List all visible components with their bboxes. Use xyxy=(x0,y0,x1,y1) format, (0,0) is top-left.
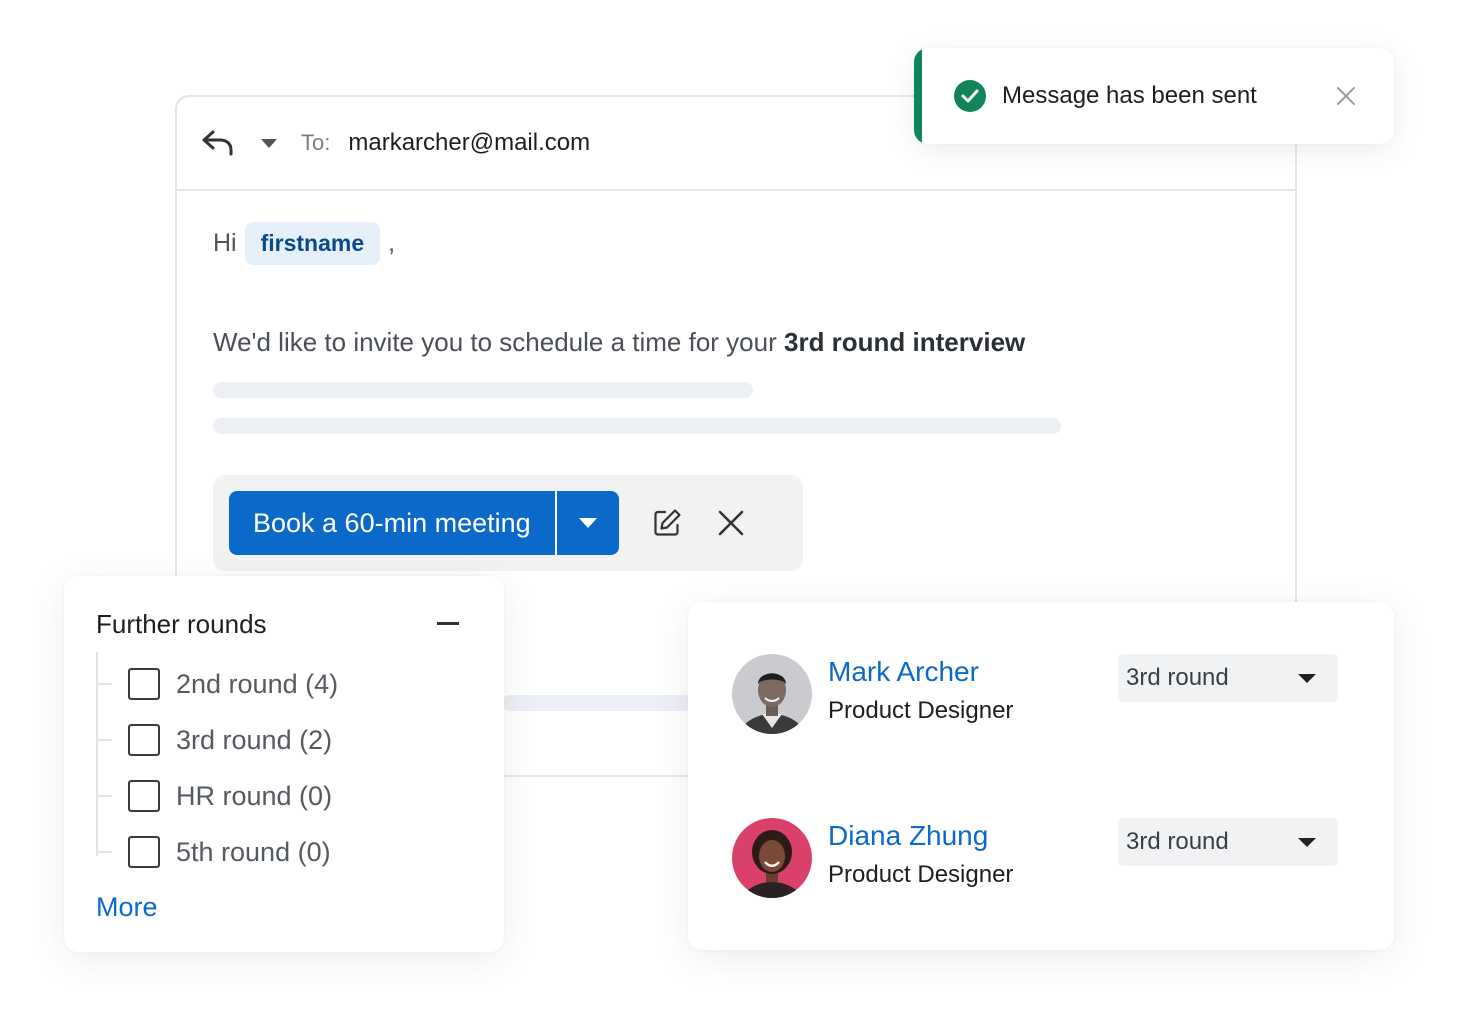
book-meeting-button[interactable]: Book a 60-min meeting xyxy=(229,491,555,555)
recipient-email[interactable]: markarcher@mail.com xyxy=(348,129,590,157)
text-placeholder-line xyxy=(502,695,692,711)
candidate-row: Diana Zhung Product Designer 3rd round xyxy=(732,818,1352,898)
filter-title: Further rounds xyxy=(96,609,267,639)
chevron-down-icon xyxy=(1298,838,1316,847)
chevron-down-icon xyxy=(1298,674,1316,683)
tree-connector-tick xyxy=(96,795,112,797)
invite-text-bold: 3rd round interview xyxy=(783,327,1026,357)
invite-text-regular: We'd like to invite you to schedule a ti… xyxy=(213,327,784,357)
candidate-role: Product Designer xyxy=(828,697,1014,724)
filter-option-hr-round[interactable]: HR round (0) xyxy=(96,779,332,813)
meeting-options-dropdown[interactable] xyxy=(554,491,619,555)
avatar xyxy=(732,654,812,734)
text-placeholder-line xyxy=(213,418,1061,434)
to-label: To: xyxy=(301,130,331,155)
filter-option-2nd-round[interactable]: 2nd round (4) xyxy=(96,667,338,701)
greeting-line: Hi firstname , xyxy=(213,219,1259,267)
chevron-down-icon xyxy=(578,518,597,528)
composer-body[interactable]: Hi firstname , We'd like to invite you t… xyxy=(177,191,1295,571)
reply-options-chevron-down-icon[interactable] xyxy=(261,138,277,148)
further-rounds-filter: Further rounds 2nd round (4) 3rd round (… xyxy=(64,576,504,952)
toast-message: Message has been sent xyxy=(1002,82,1257,109)
checkbox[interactable] xyxy=(128,668,160,700)
candidate-role: Product Designer xyxy=(828,861,1014,888)
checkbox[interactable] xyxy=(128,780,160,812)
greeting-text: Hi xyxy=(213,228,237,257)
filter-option-label: 3rd round (2) xyxy=(176,724,333,755)
candidates-card: Mark Archer Product Designer 3rd round D… xyxy=(688,602,1394,950)
close-icon[interactable] xyxy=(711,503,751,543)
filter-option-label: 2nd round (4) xyxy=(176,668,339,699)
candidate-name-link[interactable]: Mark Archer xyxy=(828,656,979,688)
invite-text: We'd like to invite you to schedule a ti… xyxy=(213,327,1259,358)
round-select-dropdown[interactable]: 3rd round xyxy=(1118,818,1338,866)
firstname-token[interactable]: firstname xyxy=(244,221,381,265)
checkbox[interactable] xyxy=(128,724,160,756)
checkbox[interactable] xyxy=(128,836,160,868)
round-select-value: 3rd round xyxy=(1126,664,1229,691)
reply-icon[interactable] xyxy=(201,126,235,160)
candidate-name-link[interactable]: Diana Zhung xyxy=(828,820,988,852)
edit-icon[interactable] xyxy=(647,503,687,543)
filter-option-label: 5th round (0) xyxy=(176,836,331,867)
filter-option-label: HR round (0) xyxy=(176,780,333,811)
book-meeting-button-group: Book a 60-min meeting xyxy=(229,491,619,555)
avatar xyxy=(732,818,812,898)
filter-option-5th-round[interactable]: 5th round (0) xyxy=(96,835,331,869)
meeting-link-bar: Book a 60-min meeting xyxy=(213,475,803,571)
round-select-dropdown[interactable]: 3rd round xyxy=(1118,654,1338,702)
toast-accent-bar xyxy=(914,48,922,144)
check-circle-icon xyxy=(954,80,986,112)
text-placeholder-line xyxy=(213,382,753,398)
round-select-value: 3rd round xyxy=(1126,828,1229,855)
greeting-punctuation: , xyxy=(388,228,396,257)
candidate-row: Mark Archer Product Designer 3rd round xyxy=(732,654,1352,734)
tree-connector-tick xyxy=(96,739,112,741)
success-toast: Message has been sent xyxy=(914,48,1394,144)
toast-close-icon[interactable] xyxy=(1334,84,1358,108)
tree-connector-tick xyxy=(96,683,112,685)
filter-option-3rd-round[interactable]: 3rd round (2) xyxy=(96,723,332,757)
tree-connector-tick xyxy=(96,851,112,853)
more-link[interactable]: More xyxy=(96,892,158,923)
collapse-minus-icon[interactable] xyxy=(437,622,459,625)
